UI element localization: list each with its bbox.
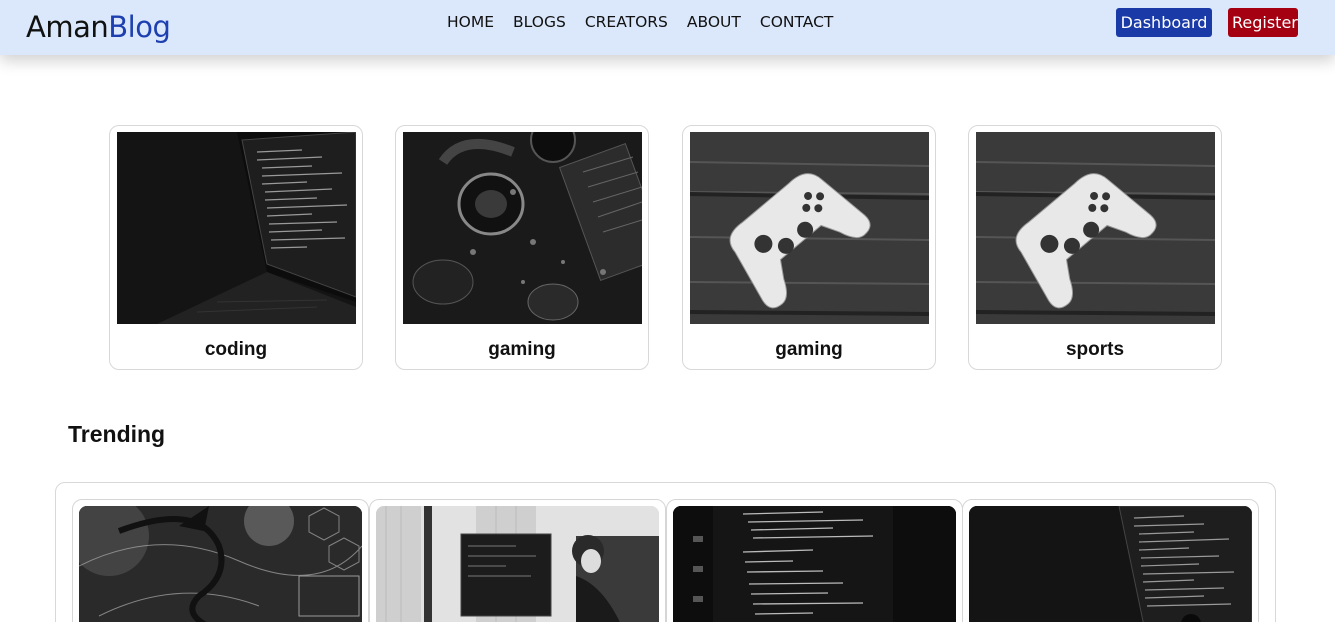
gaming-headset-photo [403,132,642,324]
cyber-dragon-photo [79,506,362,622]
game-controller-photo [976,132,1215,324]
code-screen-photo [673,506,956,622]
brand-part1: Aman [26,10,109,44]
nav-blogs[interactable]: BLOGS [513,13,566,31]
category-label: sports [1065,339,1125,360]
game-controller-photo [690,132,929,324]
woman-at-monitors-photo [376,506,659,622]
brand-logo[interactable]: AmanBlog [26,9,171,45]
register-button[interactable]: Register [1228,8,1298,37]
nav-creators[interactable]: CREATORS [585,13,668,31]
nav-contact[interactable]: CONTACT [760,13,834,31]
category-card-coding[interactable]: coding [109,125,363,370]
category-card-gaming[interactable]: gaming [682,125,936,370]
dashboard-button[interactable]: Dashboard [1116,8,1212,37]
trending-card[interactable] [72,499,369,622]
category-label: coding [204,339,268,360]
category-card-sports[interactable]: sports [968,125,1222,370]
laptop-code-photo [969,506,1252,622]
category-card-gaming[interactable]: gaming [395,125,649,370]
category-label: gaming [775,339,843,360]
brand-part2: Blog [108,10,171,44]
navbar: AmanBlog HOME BLOGS CREATORS ABOUT CONTA… [0,0,1335,55]
nav-home[interactable]: HOME [447,13,494,31]
nav-about[interactable]: ABOUT [687,13,741,31]
nav-links: HOME BLOGS CREATORS ABOUT CONTACT [447,13,852,31]
trending-card[interactable] [369,499,666,622]
laptop-code-photo [117,132,356,324]
trending-card[interactable] [666,499,963,622]
category-label: gaming [488,339,556,360]
trending-card[interactable] [962,499,1259,622]
trending-heading: Trending [68,421,166,447]
